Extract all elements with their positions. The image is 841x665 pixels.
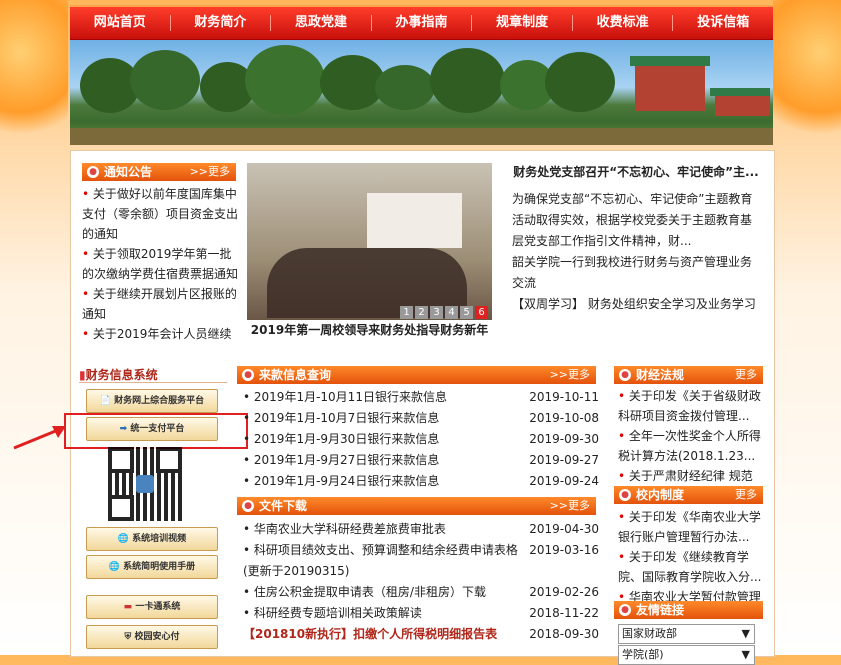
- list-item[interactable]: • 2019年1月-9月30日银行来款信息 2019-09-30: [243, 429, 603, 450]
- slide-page-2[interactable]: 2: [415, 306, 428, 319]
- slide-page-3[interactable]: 3: [430, 306, 443, 319]
- notice-title: 通知公告: [104, 165, 153, 179]
- notice-more-link[interactable]: >>更多: [190, 163, 230, 181]
- globe-icon: 🌐: [108, 562, 121, 572]
- campus-pay-button[interactable]: ⛨ 校园安心付: [86, 625, 218, 649]
- list-item[interactable]: • 住房公积金提取申请表（租房/非租房）下载 2019-02-26: [243, 582, 603, 603]
- projector-screen: [367, 193, 462, 248]
- notice-item[interactable]: • 关于2019年会计人员继续: [82, 324, 238, 344]
- nav-party[interactable]: 思政党建: [270, 15, 371, 31]
- list-item[interactable]: • 2019年1月-10月11日银行来款信息 2019-10-11: [243, 387, 603, 408]
- bullet-icon: ●: [242, 500, 254, 512]
- notice-item[interactable]: • 关于领取2019学年第一批的次缴纳学费住宿费票据通知: [82, 244, 238, 284]
- rules-more-link[interactable]: 更多: [735, 486, 757, 504]
- finance-online-platform-button[interactable]: 📄 财务网上综合服务平台: [86, 389, 218, 413]
- slide-pager: 1 2 3 4 5 6: [400, 306, 488, 319]
- notice-list: • 关于做好以前年度国库集中支付（零余额）项目资金支出的通知 • 关于领取201…: [82, 184, 238, 356]
- list-item[interactable]: • 全年一次性奖金个人所得税计算方法(2018.1.23...: [618, 426, 764, 466]
- feature-summary: 为确保党支部“不忘初心、牢记使命”主题教育活动取得实效，根据学校党委关于主题教育…: [512, 192, 753, 248]
- bullet-icon: ●: [619, 604, 631, 616]
- files-title-bar: ● 文件下载 >>更多: [237, 497, 596, 515]
- rules-title-bar: ● 校内制度 更多: [614, 486, 763, 504]
- lantern-decoration-right: [773, 0, 841, 150]
- funds-more-link[interactable]: >>更多: [550, 366, 590, 384]
- notice-title-bar: ● 通知公告 >>更多: [82, 163, 236, 181]
- highlight-box: [64, 413, 248, 449]
- training-video-button[interactable]: 🌐 系统培训视频: [86, 527, 218, 551]
- files-list: • 华南农业大学科研经费差旅费审批表 2019-04-30 • 科研项目绩效支出、…: [243, 519, 603, 645]
- slide-page-5[interactable]: 5: [460, 306, 473, 319]
- list-item[interactable]: • 科研项目绩效支出、预算调整和结余经费申请表格(更新于20190315) 201…: [243, 540, 603, 582]
- list-item[interactable]: • 华南农业大学科研经费差旅费审批表 2019-04-30: [243, 519, 603, 540]
- list-item[interactable]: • 2019年1月-9月24日银行来款信息 2019-09-24: [243, 471, 603, 492]
- pointer-arrow-annotation: [13, 426, 66, 450]
- bullet-icon: ●: [619, 369, 631, 381]
- shield-icon: ⛨: [124, 632, 132, 642]
- nav-fees[interactable]: 收费标准: [571, 15, 673, 31]
- list-item[interactable]: • 2019年1月-9月27日银行来款信息 2019-09-27: [243, 450, 603, 471]
- list-item[interactable]: 【201810新执行】扣缴个人所得税明细报告表 2018-09-30: [243, 624, 603, 645]
- slide-page-4[interactable]: 4: [445, 306, 458, 319]
- laws-list: • 关于印发《关于省级财政科研项目资金拨付管理... • 全年一次性奖金个人所得…: [618, 386, 764, 492]
- user-manual-button[interactable]: 🌐 系统简明使用手册: [86, 555, 218, 579]
- feature-news: 财务处党支部召开“不忘初心、牢记使命”主... 为确保党支部“不忘初心、牢记使命…: [512, 162, 760, 352]
- notice-item[interactable]: • 关于继续开展划片区报账的通知: [82, 284, 238, 324]
- list-item[interactable]: • 华南农业大学暂付款管理办法: [618, 587, 764, 602]
- list-item[interactable]: • 2019年1月-10月7日银行来款信息 2019-10-08: [243, 408, 603, 429]
- laws-more-link[interactable]: 更多: [735, 366, 757, 384]
- caret-down-icon: ▼: [741, 627, 750, 640]
- bullet-icon: ●: [87, 166, 99, 178]
- news-slide-image[interactable]: 1 2 3 4 5 6: [247, 163, 492, 338]
- qr-code: [108, 447, 182, 521]
- nav-rules[interactable]: 规章制度: [471, 15, 572, 31]
- main-nav: 网站首页 财务简介 思政党建 办事指南 规章制度 收费标准 投诉信箱: [70, 5, 773, 41]
- link-select-1[interactable]: 国家财政部 ▼: [618, 624, 755, 644]
- finance-system-title: ▮财务信息系统: [79, 366, 227, 383]
- files-more-link[interactable]: >>更多: [550, 497, 590, 515]
- flag-icon: ▮: [79, 368, 86, 382]
- funds-list: • 2019年1月-10月11日银行来款信息 2019-10-11 • 2019年…: [243, 387, 603, 492]
- lantern-decoration-left: [0, 0, 68, 150]
- list-item[interactable]: • 科研经费专题培训相关政策解读 2018-11-22: [243, 603, 603, 624]
- nav-complaint[interactable]: 投诉信箱: [672, 15, 773, 31]
- list-item[interactable]: • 关于印发《关于省级财政科研项目资金拨付管理...: [618, 386, 764, 426]
- globe-icon: 🌐: [117, 534, 130, 544]
- campus-banner-image: [70, 40, 773, 145]
- nav-home[interactable]: 网站首页: [70, 15, 170, 31]
- document-icon: 📄: [99, 396, 112, 406]
- list-item[interactable]: • 关于印发《继续教育学院、国际教育学院收入分...: [618, 547, 764, 587]
- rules-list: • 关于印发《华南农业大学银行账户管理暂行办法... • 关于印发《继续教育学院…: [618, 507, 764, 602]
- laws-title-bar: ● 财经法规 更多: [614, 366, 763, 384]
- slide-page-1[interactable]: 1: [400, 306, 413, 319]
- campus-card-button[interactable]: ▬ 一卡通系统: [86, 595, 218, 619]
- feature-headline[interactable]: 财务处党支部召开“不忘初心、牢记使命”主...: [512, 162, 760, 183]
- card-icon: ▬: [123, 602, 133, 612]
- links-title-bar: ● 友情链接: [614, 601, 763, 619]
- funds-title-bar: ● 来款信息查询 >>更多: [237, 366, 596, 384]
- feature-news-3[interactable]: 【双周学习】 财务处组织安全学习及业务学习: [512, 294, 760, 315]
- notice-item[interactable]: • 关于做好以前年度国库集中支付（零余额）项目资金支出的通知: [82, 184, 238, 244]
- slide-page-6-active[interactable]: 6: [475, 306, 488, 319]
- caret-down-icon: ▼: [741, 648, 750, 661]
- link-select-2[interactable]: 学院(部) ▼: [618, 645, 755, 665]
- bullet-icon: ●: [619, 489, 631, 501]
- nav-guide[interactable]: 办事指南: [370, 15, 472, 31]
- list-item[interactable]: • 关于印发《华南农业大学银行账户管理暂行办法...: [618, 507, 764, 547]
- slide-caption: 2019年第一周校领导来财务处指导财务新年: [247, 320, 492, 340]
- feature-news-2[interactable]: 韶关学院一行到我校进行财务与资产管理业务交流: [512, 252, 760, 294]
- nav-intro[interactable]: 财务简介: [169, 15, 271, 31]
- bullet-icon: ●: [242, 369, 254, 381]
